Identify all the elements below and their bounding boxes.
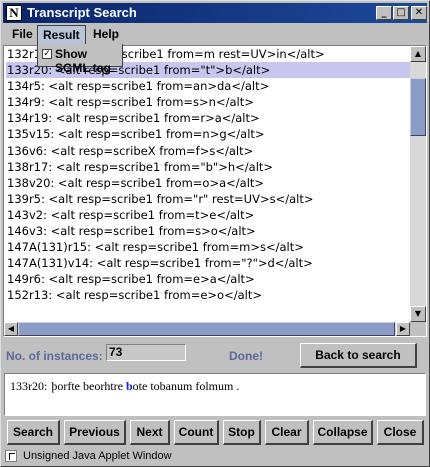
scroll-right-button[interactable]: ▶: [396, 322, 410, 336]
result-reference: 133r20:: [10, 379, 48, 393]
list-item[interactable]: 149r6: <alt resp=scribe1 from=e>a</alt>: [6, 271, 410, 287]
menu-result[interactable]: Result: [37, 25, 86, 44]
stop-button[interactable]: Stop: [223, 420, 261, 445]
menu-bar: File Result Help: [3, 24, 427, 44]
status-bar: Unsigned Java Applet Window: [3, 448, 427, 464]
instances-count-field: 73: [106, 344, 186, 361]
clear-button[interactable]: Clear: [265, 420, 309, 445]
show-sgml-checkbox[interactable]: ✓: [42, 49, 52, 59]
result-text-before: þorfte beorhtre: [51, 379, 126, 393]
title-bar[interactable]: N Transcript Search _ □ ✕: [3, 3, 427, 23]
horizontal-scroll-thumb[interactable]: [18, 322, 395, 336]
list-item[interactable]: 138v20: <alt resp=scribe1 from=o>a</alt>: [6, 175, 410, 191]
applet-warning-icon: [5, 450, 17, 462]
vertical-scroll-thumb[interactable]: [410, 78, 426, 136]
result-text-after: ote tobanum folmum .: [132, 379, 240, 393]
applet-window: N Transcript Search _ □ ✕ File Result He…: [0, 0, 430, 467]
scroll-down-button[interactable]: ▼: [410, 306, 426, 322]
list-item[interactable]: 134r9: <alt resp=scribe1 from=s>n</alt>: [6, 94, 410, 110]
scroll-corner: [410, 322, 426, 336]
back-to-search-button[interactable]: Back to search: [300, 343, 417, 368]
list-item[interactable]: 146v3: <alt resp=scribe1 from=s>o</alt>: [6, 223, 410, 239]
list-item[interactable]: 134r5: <alt resp=scribe1 from=an>da</alt…: [6, 78, 410, 94]
next-button[interactable]: Next: [130, 420, 170, 445]
collapse-button[interactable]: Collapse: [313, 420, 373, 445]
previous-button[interactable]: Previous: [64, 420, 126, 445]
count-button[interactable]: Count: [174, 420, 219, 445]
scroll-left-button[interactable]: ◀: [4, 322, 18, 336]
list-item[interactable]: 152r13: <alt resp=scribe1 from=e>o</alt>: [6, 287, 410, 303]
list-item[interactable]: 138r17: <alt resp=scribe1 from="b">h</al…: [6, 159, 410, 175]
list-item[interactable]: 143v2: <alt resp=scribe1 from=t>e</alt>: [6, 207, 410, 223]
instances-label: No. of instances:: [6, 349, 103, 363]
show-sgml-menu-item[interactable]: Show SGML tag: [55, 47, 122, 75]
close-window-button[interactable]: ✕: [411, 6, 427, 20]
result-menu-dropdown: ✓ Show SGML tag: [37, 44, 123, 75]
maximize-button[interactable]: □: [393, 6, 409, 20]
minimize-button[interactable]: _: [376, 6, 392, 20]
list-item[interactable]: 135v15: <alt resp=scribe1 from=n>g</alt>: [6, 126, 410, 142]
results-rows: 132r1 ... <alt resp=scribe1 from=m rest=…: [6, 46, 410, 304]
done-status: Done!: [229, 349, 263, 363]
status-bar-text: Unsigned Java Applet Window: [23, 450, 172, 462]
search-button[interactable]: Search: [7, 420, 60, 445]
result-highlight: b: [125, 379, 133, 393]
horizontal-scrollbar[interactable]: ◀ ▶: [4, 322, 410, 336]
menu-help[interactable]: Help: [88, 25, 124, 44]
close-button[interactable]: Close: [377, 420, 424, 445]
results-list[interactable]: 132r1 ... <alt resp=scribe1 from=m rest=…: [3, 45, 427, 337]
list-item[interactable]: 136v6: <alt resp=scribeX from=f>s</alt>: [6, 143, 410, 159]
menu-file[interactable]: File: [7, 25, 38, 44]
vertical-scrollbar[interactable]: ▲ ▼: [410, 46, 426, 322]
result-text-area[interactable]: 133r20: þorfte beorhtre bote tobanum folm…: [4, 373, 426, 416]
window-title: Transcript Search: [27, 5, 137, 20]
list-item[interactable]: 139r5: <alt resp=scribe1 from="r" rest=U…: [6, 191, 410, 207]
list-item[interactable]: 147A(131)v14: <alt resp=scribe1 from="?"…: [6, 255, 410, 271]
netscape-icon: N: [6, 5, 22, 21]
scroll-up-button[interactable]: ▲: [410, 46, 426, 62]
list-item[interactable]: 134r19: <alt resp=scribe1 from=r>a</alt>: [6, 110, 410, 126]
list-item[interactable]: 147A(131)r15: <alt resp=scribe1 from=m>s…: [6, 239, 410, 255]
